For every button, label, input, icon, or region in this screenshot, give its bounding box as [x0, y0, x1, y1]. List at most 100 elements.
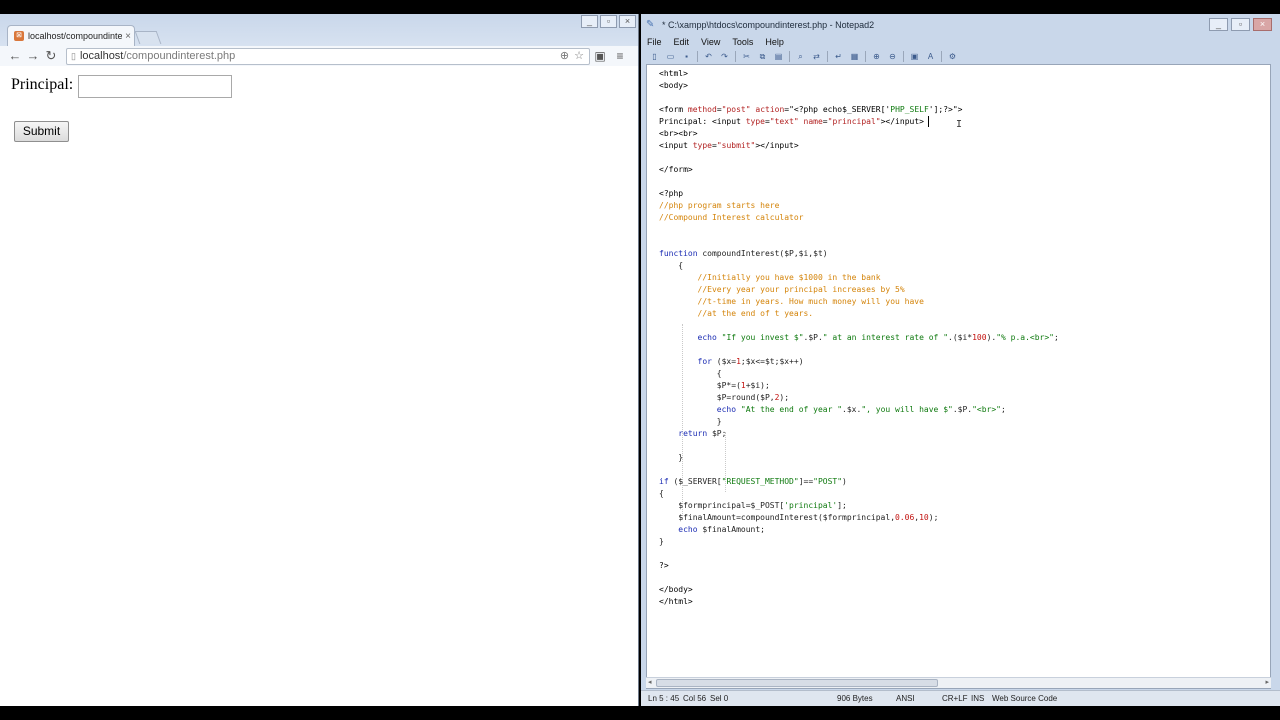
code-line: $P=round($P,2); [659, 392, 1059, 404]
horizontal-scrollbar[interactable]: ◂ ▸ [646, 677, 1271, 688]
code-line: //t-time in years. How much money will y… [659, 296, 1059, 308]
code-token: $finalAmount; [697, 525, 765, 534]
code-token: Principal: <input [659, 117, 746, 126]
code-token: " at an interest rate of " [822, 333, 949, 342]
code-line: </form> [659, 164, 1059, 176]
new-tab-button[interactable] [134, 31, 162, 44]
code-token: 'principal' [784, 501, 838, 510]
copy-icon[interactable]: ⧉ [757, 51, 768, 62]
cut-icon[interactable]: ✂ [741, 51, 752, 62]
status-encoding: ANSI [896, 694, 915, 703]
code-token: echo [697, 333, 717, 342]
status-bar: Ln 5 : 45 Col 56 Sel 0 906 Bytes ANSI CR… [641, 690, 1280, 706]
code-line: <form method="post" action="<?php echo$_… [659, 104, 1059, 116]
code-line: $finalAmount=compoundInterest($formprinc… [659, 512, 1059, 524]
minimize-icon[interactable]: _ [581, 15, 598, 28]
browser-tab[interactable]: ⊠ localhost/compoundinter × [7, 25, 135, 46]
code-token: //php program starts here [659, 201, 780, 210]
principal-input[interactable] [78, 75, 232, 98]
code-line: Principal: <input type="text" name="prin… [659, 116, 1059, 128]
save-icon[interactable]: ▪ [681, 51, 692, 62]
maximize-icon[interactable]: ▫ [1231, 18, 1250, 31]
new-file-icon[interactable]: ▯ [649, 51, 660, 62]
zoom-in-icon[interactable]: ⊕ [871, 51, 882, 62]
code-token: } [659, 537, 664, 546]
settings-icon[interactable]: ⚙ [947, 51, 958, 62]
redo-icon[interactable]: ↷ [719, 51, 730, 62]
menu-bar: File Edit View Tools Help [641, 35, 1280, 49]
minimize-icon[interactable]: _ [1209, 18, 1228, 31]
font-icon[interactable]: A [925, 51, 936, 62]
code-token: .$P. [952, 405, 973, 414]
extension-icon[interactable]: ▣ [590, 47, 610, 65]
code-token: ); [928, 513, 939, 522]
paste-icon[interactable]: ▤ [773, 51, 784, 62]
code-token: //Every year your principal increases by… [659, 285, 905, 294]
code-token: type [745, 117, 765, 126]
code-line: //Every year your principal increases by… [659, 284, 1059, 296]
code-token: "% p.a.<br>" [996, 333, 1054, 342]
text-caret [927, 116, 929, 127]
close-icon[interactable]: × [1253, 18, 1272, 31]
maximize-icon[interactable]: ▫ [600, 15, 617, 28]
undo-icon[interactable]: ↶ [703, 51, 714, 62]
code-token: method [687, 105, 717, 114]
code-token: type [692, 141, 712, 150]
code-token: ]== [798, 477, 814, 486]
bookmark-star-icon[interactable]: ☆ [574, 49, 584, 64]
code-token: compoundInterest($P,$i,$t) [697, 249, 828, 258]
schema-icon[interactable]: ▦ [849, 51, 860, 62]
scrollbar-thumb[interactable] [656, 679, 938, 687]
code-token: "text" [769, 117, 799, 126]
menu-tools[interactable]: Tools [732, 37, 753, 47]
code-line: for ($x=1;$x<=$t;$x++) [659, 356, 1059, 368]
code-token: ); [779, 393, 790, 402]
back-arrow-icon[interactable]: ← [6, 47, 24, 65]
page-icon: ▯ [71, 50, 76, 61]
code-token: </html> [659, 597, 693, 606]
browser-toolbar: ← → ↻ ▯ localhost /compoundinterest.php … [0, 46, 638, 66]
code-token: "submit" [716, 141, 756, 150]
url-path: /compoundinterest.php [123, 49, 236, 62]
replace-icon[interactable]: ⇄ [811, 51, 822, 62]
code-token: $formprincipal=$_POST[ [659, 501, 785, 510]
code-token: //t-time in years. How much money will y… [659, 297, 924, 306]
code-editor[interactable]: <html> <body> <form method="post" action="… [646, 64, 1271, 689]
zoom-out-icon[interactable]: ⊖ [887, 51, 898, 62]
code-token: } [659, 417, 722, 426]
code-token: } [659, 453, 684, 462]
close-icon[interactable]: × [619, 15, 636, 28]
menu-file[interactable]: File [647, 37, 662, 47]
view-icon[interactable]: ▣ [909, 51, 920, 62]
open-folder-icon[interactable]: ▭ [665, 51, 676, 62]
code-token: { [659, 369, 722, 378]
menu-view[interactable]: View [701, 37, 720, 47]
notepad-title: * C:\xampp\htdocs\compoundinterest.php -… [662, 19, 875, 30]
word-wrap-icon[interactable]: ↵ [833, 51, 844, 62]
code-token: //Compound Interest calculator [659, 213, 804, 222]
status-line: Ln 5 : 45 [648, 694, 680, 703]
code-token: .$x. [842, 405, 862, 414]
code-token: </body> [659, 585, 693, 594]
code-token: ;$x<=$t;$x++) [740, 357, 804, 366]
notepad2-window: ✎ * C:\xampp\htdocs\compoundinterest.php… [641, 14, 1280, 706]
submit-button[interactable]: Submit [14, 121, 69, 142]
tab-close-icon[interactable]: × [122, 31, 134, 42]
zoom-icon[interactable]: ⊕ [560, 49, 569, 64]
find-icon[interactable]: ⌕ [795, 51, 806, 62]
address-bar[interactable]: ▯ localhost /compoundinterest.php ⊕ ☆ [66, 47, 590, 65]
code-line: <input type="submit"></input> [659, 140, 1059, 152]
reload-icon[interactable]: ↻ [42, 47, 60, 65]
code-token: ></input> [755, 141, 799, 150]
xampp-favicon-icon: ⊠ [14, 31, 24, 41]
menu-edit[interactable]: Edit [674, 37, 690, 47]
menu-icon[interactable]: ≡ [610, 47, 630, 65]
forward-arrow-icon[interactable]: → [24, 47, 42, 65]
menu-help[interactable]: Help [765, 37, 784, 47]
browser-tab-title: localhost/compoundinter [28, 31, 122, 41]
